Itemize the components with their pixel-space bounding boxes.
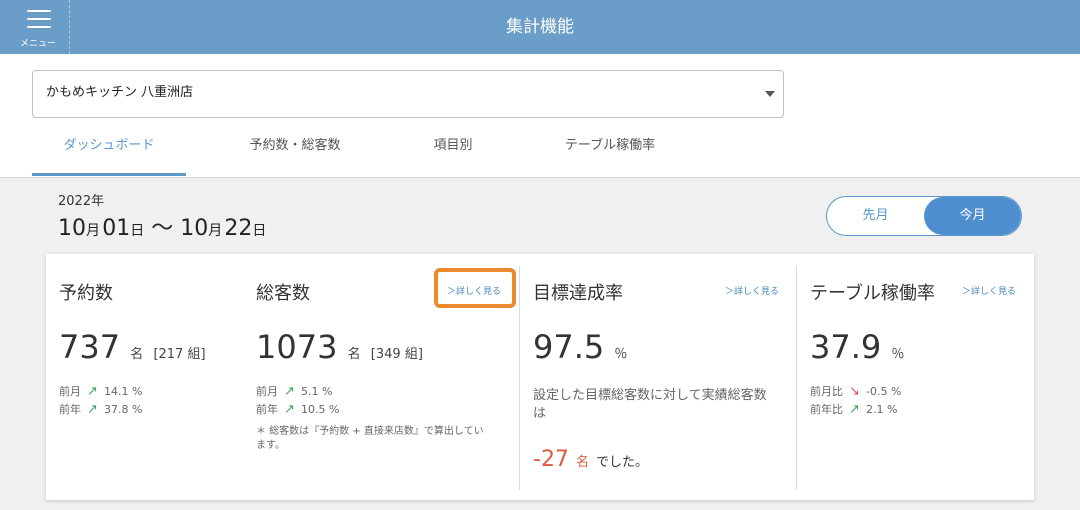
target-value: 97.5 ％ (533, 328, 628, 366)
table-rate-title: テーブル稼働率 (810, 283, 935, 304)
target-title: 目標達成率 (533, 283, 623, 304)
tab-table-rate[interactable]: テーブル稼働率 (540, 136, 680, 156)
app-header: メニュー 集計機能 (0, 0, 1080, 54)
customers-value: 1073 名 [349 組] (256, 328, 423, 366)
customers-title: 総客数 (256, 283, 310, 304)
tab-reservations-customers[interactable]: 予約数・総客数 (216, 136, 374, 156)
store-select-value: かもめキッチン 八重洲店 (46, 85, 194, 100)
tab-by-item[interactable]: 項目別 (403, 136, 503, 156)
top-panel: かもめキッチン 八重洲店 ダッシュボード 予約数・総客数 項目別 テーブル稼働率 (0, 54, 1080, 178)
customers-note-line2: ます。 (256, 440, 285, 451)
reservations-prev-month: 前月 ↗ 14.1 % (59, 384, 143, 399)
trend-down-icon: ↘ (849, 384, 860, 399)
table-rate-prev-month: 前月比 ↘ -0.5 % (810, 384, 902, 399)
active-tab-indicator (32, 173, 186, 176)
period-range: 10月 01日 〜 10月 22日 (58, 216, 267, 241)
highlight-box (434, 268, 516, 308)
reservations-value: 737 名 [217 組] (59, 328, 206, 366)
caret-down-icon (765, 91, 775, 97)
customers-prev-year: 前年 ↗ 10.5 % (256, 402, 340, 417)
trend-up-icon: ↗ (87, 384, 98, 399)
reservations-prev-year: 前年 ↗ 37.8 % (59, 402, 143, 417)
column-divider (519, 266, 520, 490)
period-toggle: 先月 今月 (826, 196, 1022, 236)
trend-up-icon: ↗ (284, 402, 295, 417)
metrics-card: 予約数 737 名 [217 組] 前月 ↗ 14.1 % 前年 ↗ 37.8 … (46, 254, 1034, 500)
trend-up-icon: ↗ (284, 384, 295, 399)
target-diff: -27 名 でした。 (533, 447, 648, 472)
store-select[interactable]: かもめキッチン 八重洲店 (32, 70, 784, 118)
tab-dashboard[interactable]: ダッシュボード (32, 136, 186, 156)
page-title: 集計機能 (506, 17, 574, 37)
target-desc-line2: は (533, 406, 547, 421)
current-month-button[interactable]: 今月 (924, 197, 1021, 235)
period-year: 2022年 (58, 194, 105, 209)
prev-month-button[interactable]: 先月 (827, 197, 924, 235)
customers-prev-month: 前月 ↗ 5.1 % (256, 384, 333, 399)
reservations-title: 予約数 (59, 283, 113, 304)
trend-up-icon: ↗ (849, 402, 860, 417)
table-rate-prev-year: 前年比 ↗ 2.1 % (810, 402, 898, 417)
table-rate-details-link[interactable]: ＞詳しく見る (962, 284, 1016, 297)
customers-note-line1: ＊ 総客数は『予約数 + 直接来店数』で算出してい (256, 426, 484, 437)
column-divider (796, 266, 797, 490)
target-details-link[interactable]: ＞詳しく見る (725, 284, 779, 297)
table-rate-value: 37.9 ％ (810, 328, 905, 366)
target-desc-line1: 設定した目標総客数に対して実績総客数 (533, 388, 767, 403)
trend-up-icon: ↗ (87, 402, 98, 417)
